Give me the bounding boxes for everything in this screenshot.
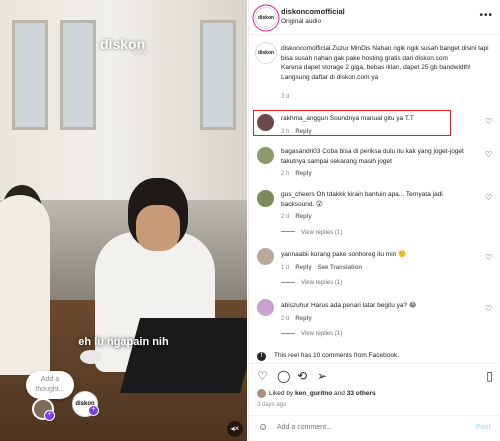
comment-text: abiszuhur Harus ada penari latar begitu … [281, 302, 417, 309]
speaker-muted-icon[interactable]: ◂× [227, 421, 243, 437]
save-bookmark-icon[interactable]: ▯ [486, 369, 493, 383]
comment-text: bagasandri03 Coba bisa di periksa dulu i… [281, 148, 464, 165]
post-button[interactable]: Post [476, 424, 491, 431]
account-avatar[interactable]: diskon [255, 7, 277, 29]
reply-button[interactable]: Reply [295, 129, 311, 135]
comment-avatar[interactable] [257, 147, 274, 164]
liker-username[interactable]: ken_guritno [295, 390, 332, 397]
comment-input[interactable]: Add a comment... [277, 424, 332, 431]
comment-text: rakhma_anggun Soundnya manual gitu ya T.… [281, 115, 414, 122]
video-person-center-face [136, 205, 180, 251]
video-person-left [0, 195, 50, 375]
view-replies-button[interactable]: View replies (1) [281, 279, 477, 289]
comment-text: gus_cheers Oh tdakkk kirain bantuin apa.… [281, 191, 443, 208]
video-mouse [80, 350, 102, 364]
video-laptop [119, 318, 247, 393]
view-replies-button[interactable]: View replies (1) [281, 229, 477, 239]
video-window [60, 20, 96, 130]
add-icon: + [44, 410, 55, 421]
liker-avatar [257, 389, 266, 398]
facebook-icon: f [257, 352, 266, 361]
comment-avatar[interactable] [257, 114, 274, 131]
comment-time: 1 d [281, 264, 290, 271]
view-replies-button[interactable]: View replies (1) [281, 330, 477, 340]
facebook-comments-note: f This reel has 10 comments from Facebook… [257, 352, 399, 361]
comments-panel: diskon diskoncomofficial Original audio … [248, 0, 500, 441]
video-subtitle: eh lu ngapain nih [78, 336, 169, 348]
caption-avatar[interactable]: diskon [255, 42, 277, 64]
comment-time: 2 h [281, 171, 290, 177]
reel-video[interactable]: diskon .com eh lu ngapain nih Add a thoug… [0, 0, 247, 441]
like-heart-icon[interactable]: ♡ [485, 253, 494, 262]
like-heart-icon[interactable]: ♡ [485, 304, 494, 313]
add-icon: + [88, 405, 99, 416]
post-date: 3 days ago [257, 402, 287, 408]
post-header: diskon diskoncomofficial Original audio … [249, 0, 500, 35]
like-heart-icon[interactable]: ♡ [485, 117, 494, 126]
caption-time: 3 d [281, 94, 290, 100]
reply-button[interactable]: Reply [295, 171, 311, 177]
like-heart-icon[interactable]: ♡ [485, 150, 494, 159]
account-username[interactable]: diskoncomofficial [281, 7, 345, 16]
video-watermark-logo: diskon .com [100, 36, 146, 55]
comment-avatar[interactable] [257, 190, 274, 207]
post-actions: ♡ ◯ ⟲ ➢ ▯ Liked by ken_guritno and 33 ot… [249, 363, 500, 415]
reply-button[interactable]: Reply [295, 316, 311, 322]
like-heart-icon[interactable]: ♡ [485, 193, 494, 202]
video-window [200, 20, 236, 130]
like-heart-icon[interactable]: ♡ [257, 369, 268, 383]
likes-count[interactable]: 33 others [347, 390, 376, 397]
comment-icon[interactable]: ◯ [277, 369, 290, 383]
add-thought-bubble[interactable]: Add a thought... [26, 371, 74, 399]
reply-button[interactable]: Reply [295, 214, 311, 220]
video-window [12, 20, 48, 130]
comment-avatar[interactable] [257, 248, 274, 265]
see-translation-button[interactable]: See Translation [318, 265, 362, 271]
comment-time: 2 d [281, 214, 290, 220]
more-options-icon[interactable]: ••• [479, 10, 493, 21]
emoji-icon[interactable]: ☺ [258, 422, 268, 433]
comment-time: 2 d [281, 315, 290, 322]
comment-avatar[interactable] [257, 299, 274, 316]
likes-summary: Liked by ken_guritno and 33 others [257, 389, 376, 398]
audio-label[interactable]: Original audio [281, 18, 321, 25]
share-icon[interactable]: ➢ [317, 369, 327, 383]
reply-button[interactable]: Reply [295, 265, 311, 271]
comment-text: yannaabii kurang pake sonhoreg itu min 🙂 [281, 251, 407, 258]
add-comment-bar: ☺ Add a comment... Post [249, 415, 500, 441]
remix-icon[interactable]: ⟲ [297, 369, 307, 383]
comment-time: 3 h [281, 128, 290, 135]
caption-text: diskoncomofficial Zuzur MinDis Nahan ngi… [281, 45, 489, 81]
